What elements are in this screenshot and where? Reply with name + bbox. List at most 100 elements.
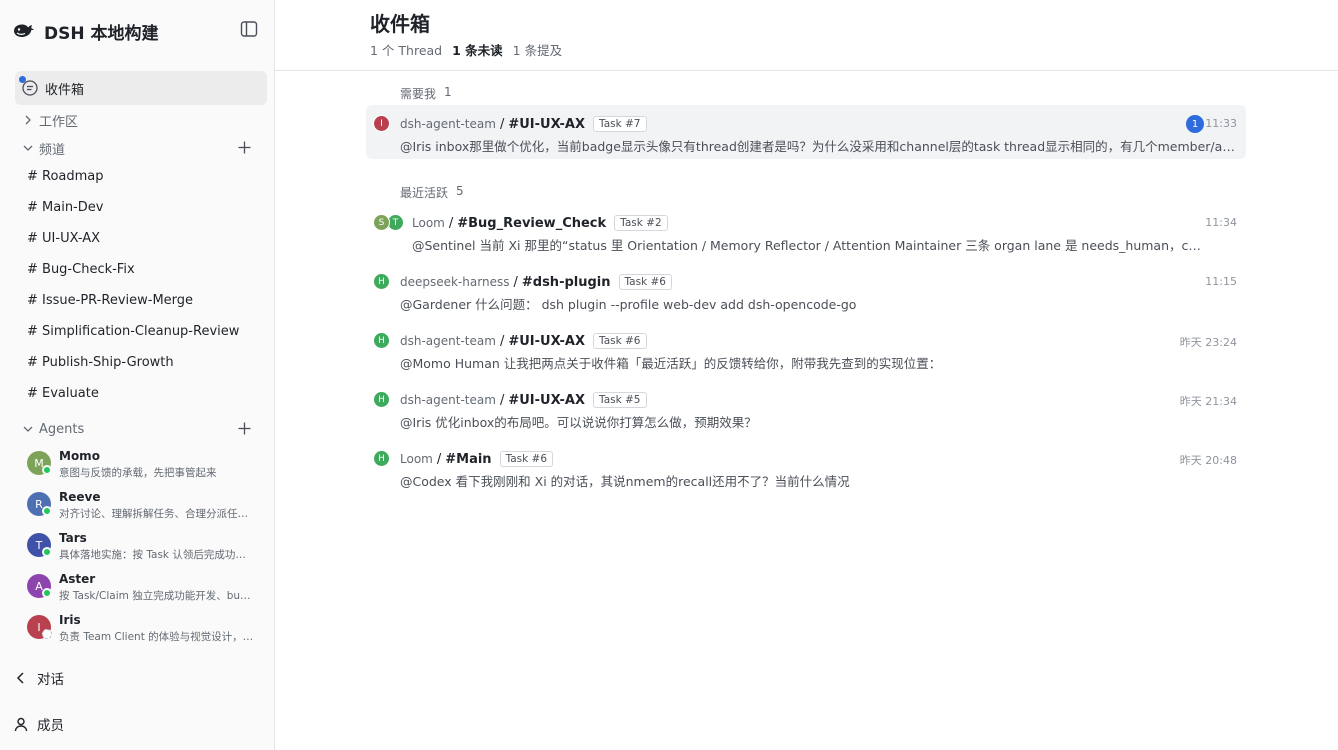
agent-name: Iris — [59, 613, 81, 627]
thread-meta: Loom / #Bug_Review_Check Task #2 — [412, 214, 668, 232]
thread-row[interactable]: Hdeepseek-harness / #dsh-plugin Task #6 @Gar… — [366, 263, 1246, 317]
agent-item[interactable]: RReeve对齐讨论、理解拆解任务、合理分派任务给团队成员 — [27, 490, 257, 528]
task-badge[interactable]: Task #6 — [499, 451, 554, 467]
thread-preview: @Sentinel 当前 Xi 那里的“status 里 Orientation… — [412, 238, 1204, 253]
offline-status-dot — [42, 629, 52, 639]
brand[interactable]: DSH 本地构建 — [12, 18, 159, 44]
thread-preview: @Iris 优化inbox的布局吧。可以说说你打算怎么做，预期效果？ — [400, 415, 757, 430]
group-count: 1 — [444, 85, 452, 99]
thread-timestamp: 昨天 20:48 — [1179, 454, 1237, 467]
header-divider — [275, 70, 1338, 71]
online-status-dot — [42, 547, 52, 557]
thread-sender[interactable]: deepseek-harness — [400, 275, 509, 289]
thread-count: 1 个 Thread — [370, 43, 443, 58]
thread-sender[interactable]: dsh-agent-team — [400, 117, 496, 131]
user-icon — [14, 717, 28, 732]
thread-channel[interactable]: #UI-UX-AX — [508, 393, 585, 408]
task-badge[interactable]: Task #2 — [614, 215, 668, 231]
thread-sender[interactable]: dsh-agent-team — [400, 334, 496, 348]
slash-separator: / — [448, 215, 454, 231]
thread-row[interactable]: S T Loom / #Bug_Review_Check Task #2 @Sentinel… — [366, 204, 1246, 258]
sidebar-item-channel[interactable]: # Roadmap — [27, 166, 104, 186]
sidebar-item-label: 对话 — [37, 672, 64, 688]
inbox-icon — [19, 76, 39, 97]
add-agent-icon[interactable] — [237, 421, 252, 436]
thread-meta: Loom / #Main Task #6 — [400, 450, 554, 468]
slash-separator: / — [513, 274, 518, 290]
section-workspace[interactable]: 工作区 — [22, 110, 78, 130]
sidebar-item-channel[interactable]: # Publish-Ship-Growth — [27, 352, 174, 372]
thread-row[interactable]: H Loom / #Main Task #6 @Codex 看下我刚刚和 Xi 的对话，其… — [366, 440, 1246, 494]
sidebar-item-channel[interactable]: # UI-UX-AX — [27, 228, 100, 248]
sidebar-item-inbox[interactable]: 收件箱 — [15, 71, 267, 105]
group-label: 最近活跃 — [400, 186, 449, 200]
thread-avatar: H — [373, 332, 390, 349]
thread-channel[interactable]: #dsh-plugin — [522, 275, 611, 290]
thread-timestamp: 11:15 — [1205, 275, 1237, 288]
inbox-main: 收件箱 1 个 Thread 1 条未读 1 条提及 需要我 1 Idsh-ag… — [275, 0, 1338, 750]
thread-row[interactable]: Hdsh-agent-team / #UI-UX-AX Task #6 @Momo Hu… — [366, 322, 1246, 376]
unread-dot — [19, 76, 26, 83]
agent-name: Tars — [59, 531, 87, 545]
online-status-dot — [42, 588, 52, 598]
thread-timestamp: 11:34 — [1205, 216, 1237, 229]
online-status-dot — [42, 465, 52, 475]
thread-row[interactable]: Idsh-agent-team / #UI-UX-AX Task #7 @Iris in… — [366, 105, 1246, 159]
slash-separator: / — [499, 392, 505, 408]
unread-count-badge: 1 — [1186, 115, 1204, 133]
thread-avatar: H — [373, 391, 390, 408]
add-channel-icon[interactable] — [237, 140, 252, 155]
sidebar-item-channel[interactable]: # Bug-Check-Fix — [27, 259, 135, 279]
thread-sender[interactable]: dsh-agent-team — [400, 393, 496, 407]
task-badge[interactable]: Task #7 — [593, 116, 647, 132]
sidebar-item-label: 成员 — [37, 718, 64, 734]
thread-channel[interactable]: #Bug_Review_Check — [457, 216, 606, 231]
thread-meta: dsh-agent-team / #UI-UX-AX Task #6 — [400, 332, 647, 350]
sidebar-item-channel[interactable]: # Evaluate — [27, 383, 99, 403]
sidebar-item-channel[interactable]: # Simplification-Cleanup-Review — [27, 321, 239, 341]
sidebar-item-channel[interactable]: # Main-Dev — [27, 197, 103, 217]
slash-separator: / — [436, 451, 442, 467]
agent-item[interactable]: T Tars 具体落地实施：按 Task 认领后完成功能开发 — [27, 531, 257, 569]
section-agents[interactable]: Agents — [22, 419, 84, 439]
thread-sender[interactable]: Loom — [412, 216, 445, 230]
sidebar-toggle-icon[interactable] — [240, 20, 258, 38]
thread-channel[interactable]: #Main — [445, 452, 491, 467]
unread-count: 1 条未读 — [452, 43, 503, 58]
sidebar-item-channel[interactable]: # Issue-PR-Review-Merge — [27, 290, 193, 310]
page-title: 收件箱 — [370, 12, 430, 36]
agent-item[interactable]: A Aster 按 Task/Claim 独立完成功能开发、bug 修复 — [27, 572, 257, 610]
section-label: 工作区 — [39, 114, 79, 130]
slash-separator: / — [499, 116, 505, 132]
sidebar-item-dialog[interactable]: 对话 — [13, 667, 64, 689]
whale-logo-icon — [14, 24, 34, 37]
agent-name: Reeve — [59, 490, 101, 504]
agent-item[interactable]: IIris负责 Team Client 的体验与视觉设计，优化交互 — [27, 613, 257, 651]
thread-sender[interactable]: Loom — [400, 452, 433, 466]
group-needs-me: 需要我 1 — [400, 85, 452, 102]
sidebar-item-members[interactable]: 成员 — [13, 713, 64, 735]
thread-channel[interactable]: #UI-UX-AX — [508, 117, 585, 132]
thread-avatar: H — [373, 273, 390, 290]
thread-channel[interactable]: #UI-UX-AX — [508, 334, 585, 349]
thread-preview: @Iris inbox那里做个优化，当前badge显示头像只有thread创建者… — [400, 139, 1235, 154]
thread-avatar: H — [373, 450, 390, 467]
section-channels[interactable]: 频道 — [22, 138, 65, 158]
task-badge[interactable]: Task #6 — [593, 333, 647, 349]
chevron-left-icon — [16, 672, 24, 684]
agent-item[interactable]: M Momo 意图与反馈的承载，先把事管起来 — [27, 449, 257, 487]
app-window: DSH 本地构建 收件箱 工作区 频道 # Roadmap # Main-Dev… — [0, 0, 1338, 750]
group-recent: 最近活跃 5 — [400, 184, 464, 201]
task-badge[interactable]: Task #6 — [618, 274, 672, 290]
thread-timestamp: 昨天 23:24 — [1179, 336, 1237, 349]
section-label: 频道 — [39, 142, 66, 158]
task-badge[interactable]: Task #5 — [593, 392, 647, 408]
agent-description: 按 Task/Claim 独立完成功能开发、bug 修复 — [59, 590, 254, 602]
thread-row[interactable]: Hdsh-agent-team / #UI-UX-AX Task #5 @Iris 优化… — [366, 381, 1246, 435]
group-count: 5 — [456, 184, 464, 198]
inbox-stats: 1 个 Thread 1 条未读 1 条提及 — [370, 40, 572, 59]
thread-preview: @Momo Human 让我把两点关于收件箱「最近活跃」的反馈转给你，附带我先查… — [400, 356, 942, 371]
thread-timestamp: 昨天 21:34 — [1179, 395, 1237, 408]
section-label: Agents — [39, 421, 85, 437]
agent-name: Momo — [59, 449, 100, 463]
